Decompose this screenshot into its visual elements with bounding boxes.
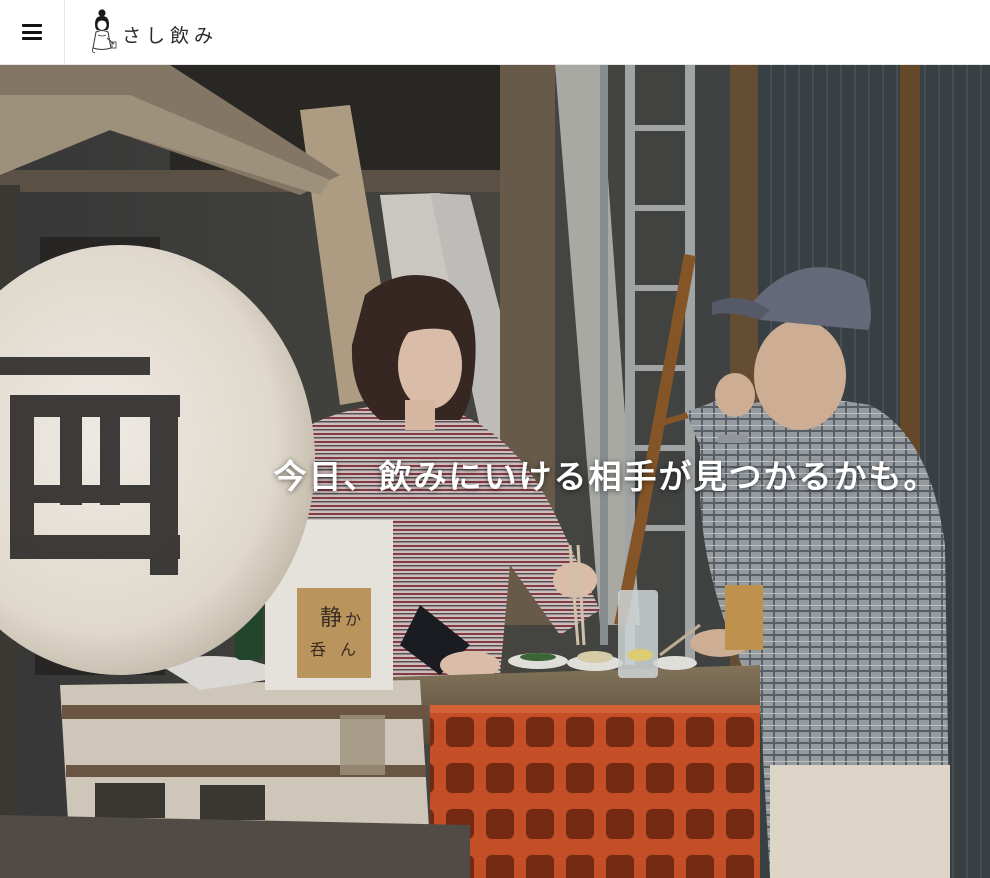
hamburger-menu-icon	[22, 24, 42, 40]
logo-text: さし飲み	[122, 24, 219, 47]
hero-tagline: 今日、飲みにいける相手が見つかるかも。	[273, 457, 939, 496]
girl-figure-logo-icon	[91, 9, 117, 54]
menu-button[interactable]	[0, 0, 65, 64]
site-header: さし飲み	[0, 0, 990, 65]
site-logo[interactable]: さし飲み	[88, 6, 218, 56]
hero-section: 静 か 呑 ん 今日、飲みにいける相手が見つかるかも。	[0, 65, 990, 878]
